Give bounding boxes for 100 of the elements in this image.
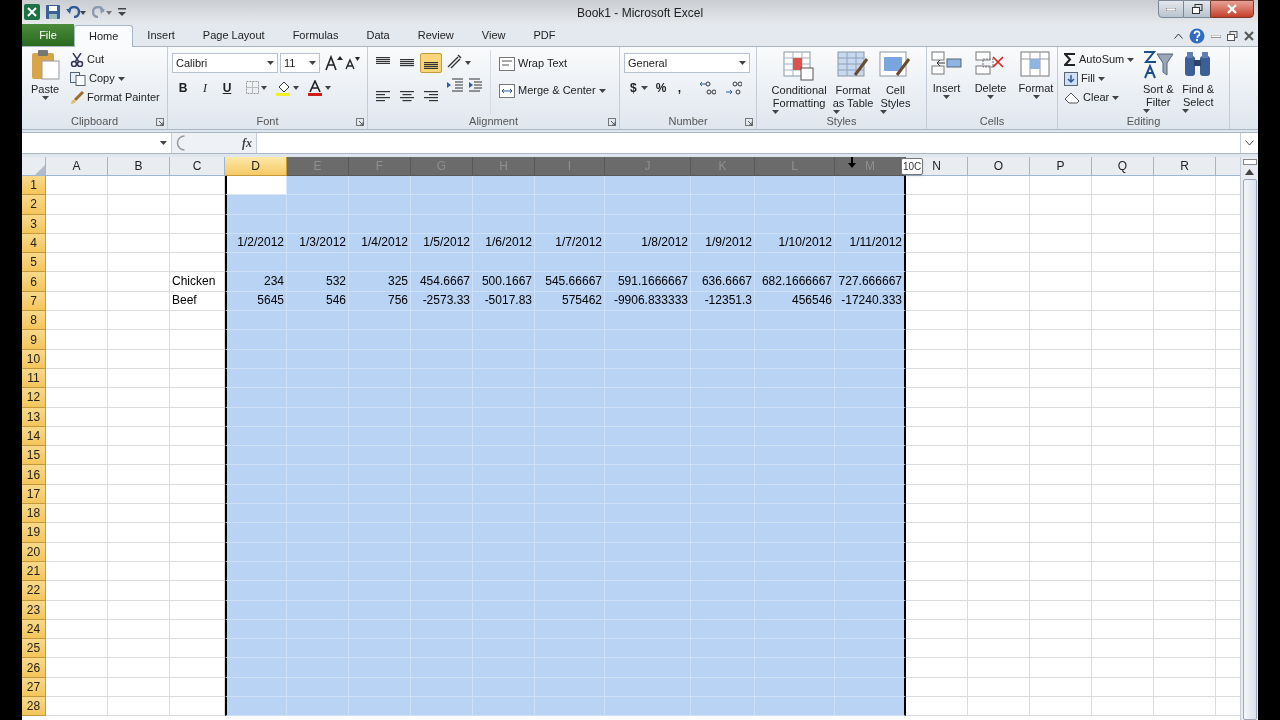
row-header[interactable]: 18: [22, 504, 46, 524]
row-header[interactable]: 2: [22, 195, 46, 215]
table-cell[interactable]: 532: [287, 272, 349, 292]
insert-cells-button[interactable]: Insert: [928, 51, 965, 114]
format-painter-button[interactable]: Format Painter: [68, 88, 162, 107]
column-header[interactable]: Q: [1092, 157, 1154, 176]
currency-button[interactable]: $: [630, 79, 648, 97]
italic-button[interactable]: I: [198, 79, 212, 97]
ribbon-tab[interactable]: Formulas: [278, 24, 353, 46]
comma-button[interactable]: ,: [674, 79, 685, 97]
row-header[interactable]: 5: [22, 253, 46, 273]
table-cell[interactable]: 727.666667: [835, 272, 906, 292]
column-header[interactable]: B: [108, 157, 170, 176]
row-header[interactable]: 3: [22, 214, 46, 234]
column-header[interactable]: A: [46, 157, 108, 176]
row-header[interactable]: 23: [22, 600, 46, 620]
ribbon-tab[interactable]: Data: [352, 24, 404, 46]
row-header[interactable]: 21: [22, 561, 46, 582]
file-tab[interactable]: File: [22, 24, 74, 46]
clear-button[interactable]: Clear: [1062, 88, 1137, 107]
font-name-field[interactable]: Calibri: [172, 53, 278, 73]
row-header[interactable]: 14: [22, 426, 46, 447]
underline-button[interactable]: U: [220, 79, 234, 97]
row-header[interactable]: 12: [22, 388, 46, 408]
copy-button[interactable]: Copy: [68, 69, 162, 88]
ribbon-tab[interactable]: Home: [74, 25, 134, 47]
row-header[interactable]: 4: [22, 233, 46, 254]
table-cell[interactable]: 546: [287, 291, 349, 312]
table-cell[interactable]: 1/9/2012: [691, 233, 755, 254]
number-format-field[interactable]: General: [624, 53, 750, 73]
cut-button[interactable]: Cut: [68, 50, 162, 69]
percent-button[interactable]: %: [655, 79, 667, 97]
close-button[interactable]: [1210, 0, 1254, 18]
table-cell[interactable]: 1/5/2012: [411, 233, 473, 254]
bold-button[interactable]: B: [176, 79, 190, 97]
vertical-scrollbar[interactable]: [1240, 157, 1258, 720]
table-cell[interactable]: 682.1666667: [755, 272, 835, 292]
column-header[interactable]: P: [1030, 157, 1092, 176]
table-cell[interactable]: -12351.3: [691, 291, 755, 312]
row-header[interactable]: 7: [22, 291, 46, 312]
table-cell[interactable]: 1/7/2012: [535, 233, 605, 254]
conditional-formatting-button[interactable]: Conditional Formatting: [769, 51, 829, 114]
table-cell[interactable]: 545.66667: [535, 272, 605, 292]
table-cell[interactable]: 5645: [225, 291, 287, 312]
row-header[interactable]: 27: [22, 677, 46, 697]
ribbon-tab[interactable]: Page Layout: [188, 24, 279, 46]
ribbon-tab[interactable]: PDF: [519, 24, 570, 46]
row-header[interactable]: 24: [22, 619, 46, 640]
table-cell[interactable]: 636.6667: [691, 272, 755, 292]
table-cell[interactable]: 454.6667: [411, 272, 473, 292]
format-cells-button[interactable]: Format: [1016, 51, 1056, 114]
table-cell[interactable]: 591.1666667: [605, 272, 691, 292]
insert-function-button[interactable]: fx: [242, 134, 252, 152]
row-header[interactable]: 22: [22, 581, 46, 601]
table-cell[interactable]: 500.1667: [473, 272, 535, 292]
table-cell[interactable]: -5017.83: [473, 291, 535, 312]
autosum-button[interactable]: AutoSum: [1062, 50, 1137, 69]
bottom-align-button[interactable]: [420, 53, 442, 73]
row-header[interactable]: 25: [22, 639, 46, 659]
select-all-button[interactable]: [22, 157, 46, 176]
table-cell[interactable]: 1/3/2012: [287, 233, 349, 254]
restore-button[interactable]: [1184, 0, 1210, 18]
merge-center-button[interactable]: Merge & Center: [497, 81, 608, 100]
row-header[interactable]: 8: [22, 311, 46, 331]
column-header[interactable]: R: [1154, 157, 1216, 176]
table-cell[interactable]: 325: [349, 272, 411, 292]
ribbon-tab[interactable]: Review: [403, 24, 468, 46]
fill-button[interactable]: Fill: [1062, 69, 1137, 88]
paste-button[interactable]: Paste: [26, 50, 64, 114]
cell-styles-button[interactable]: Cell Styles: [877, 51, 914, 114]
row-header[interactable]: 19: [22, 523, 46, 543]
ribbon-tab[interactable]: Insert: [133, 24, 189, 46]
column-header[interactable]: D: [225, 157, 287, 176]
table-cell[interactable]: Chicken: [170, 272, 225, 292]
table-cell[interactable]: -2573.33: [411, 291, 473, 312]
scroll-thumb[interactable]: [1242, 179, 1257, 720]
table-cell[interactable]: 575462: [535, 291, 605, 312]
table-cell[interactable]: 1/4/2012: [349, 233, 411, 254]
table-cell[interactable]: 1/2/2012: [225, 233, 287, 254]
table-cell[interactable]: 1/10/2012: [755, 233, 835, 254]
table-cell[interactable]: 1/6/2012: [473, 233, 535, 254]
row-header[interactable]: 1: [22, 176, 46, 196]
table-cell[interactable]: 756: [349, 291, 411, 312]
table-cell[interactable]: 234: [225, 272, 287, 292]
row-header[interactable]: 15: [22, 446, 46, 466]
column-header[interactable]: O: [968, 157, 1030, 176]
row-header[interactable]: 6: [22, 272, 46, 292]
row-header[interactable]: 13: [22, 407, 46, 427]
row-header[interactable]: 17: [22, 484, 46, 505]
row-header[interactable]: 20: [22, 542, 46, 562]
format-as-table-button[interactable]: Format as Table: [830, 51, 876, 114]
find-select-button[interactable]: Find & Select: [1180, 50, 1217, 114]
row-header[interactable]: 10: [22, 349, 46, 369]
sort-filter-button[interactable]: Sort & Filter: [1140, 50, 1177, 114]
wrap-text-button[interactable]: Wrap Text: [497, 54, 608, 73]
row-header[interactable]: 9: [22, 330, 46, 350]
row-header[interactable]: 11: [22, 368, 46, 389]
table-cell[interactable]: 1/8/2012: [605, 233, 691, 254]
row-header[interactable]: 28: [22, 697, 46, 717]
column-header[interactable]: C: [170, 157, 225, 176]
